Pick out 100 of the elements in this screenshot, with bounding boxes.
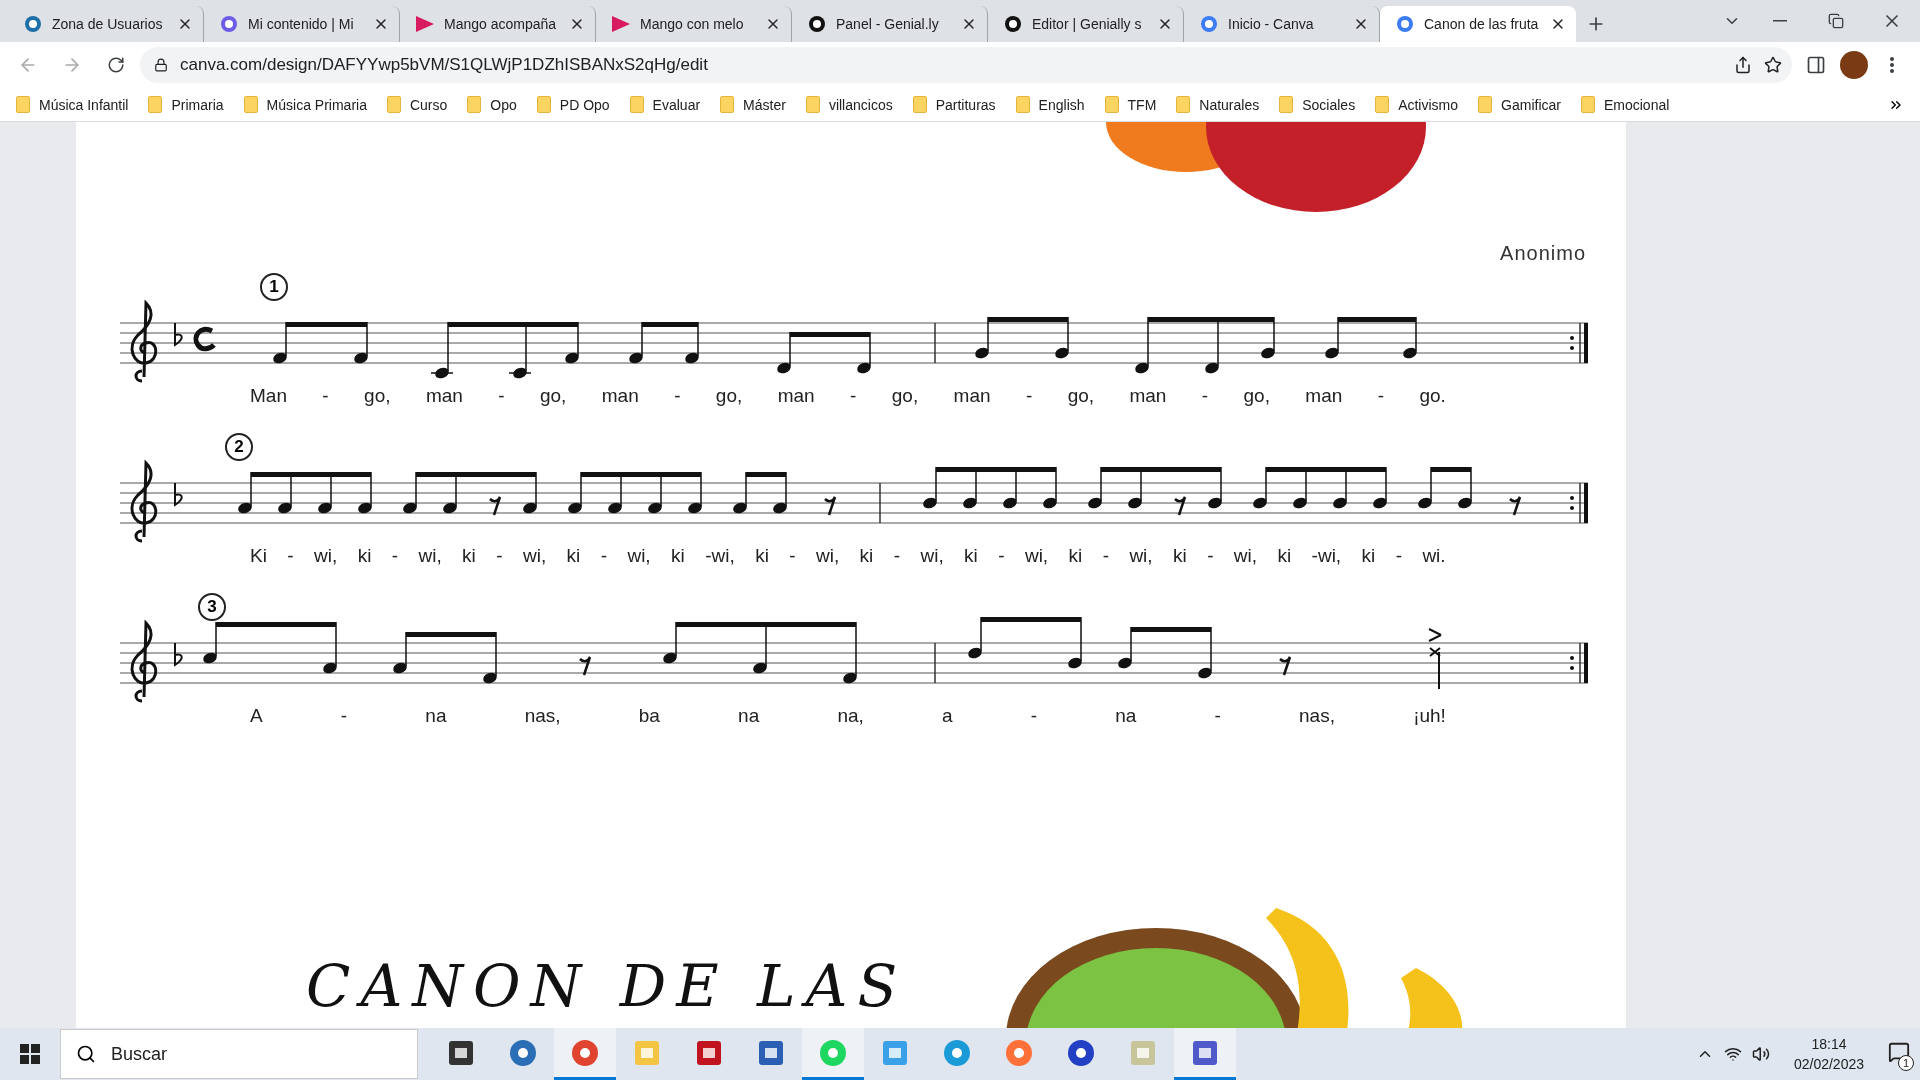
circle-logo-icon (808, 15, 826, 33)
lyric-syllable: -wi, (1311, 545, 1342, 567)
bookmark-folder[interactable]: Evaluar (629, 96, 701, 113)
lyric-syllable: na (425, 705, 447, 727)
lyric-syllable: ki (859, 545, 874, 567)
lyric-syllable: man (953, 385, 991, 407)
lyric-syllable: ki (1173, 545, 1187, 567)
taskbar-search-field[interactable]: Buscar (60, 1029, 418, 1079)
folder-icon (536, 96, 551, 113)
folder-icon (1580, 96, 1595, 113)
taskbar-clock[interactable]: 18:14 02/02/2023 (1779, 1034, 1878, 1074)
lyric-syllable: ¡uh! (1413, 705, 1446, 727)
app-logo-icon (1067, 1038, 1095, 1067)
app-logo-icon (509, 1038, 537, 1067)
folder-icon (16, 96, 30, 113)
lyric-syllable: go, (1243, 385, 1270, 407)
app-logo-icon (1005, 1038, 1033, 1067)
lyric-syllable: ki (357, 545, 372, 567)
profile-avatar[interactable] (1840, 51, 1868, 79)
wifi-icon[interactable] (1723, 1045, 1742, 1063)
bookmark-folder[interactable]: Gamificar (1478, 96, 1561, 113)
lyric-syllable: ki (462, 545, 476, 567)
folder-icon (912, 96, 927, 113)
lyric-syllable: wi, (920, 545, 944, 567)
bookmark-folder[interactable]: English (1015, 96, 1085, 113)
lyric-syllable: -wi, (705, 545, 735, 567)
app-tile-icon (758, 1039, 784, 1066)
circle-logo-icon (24, 15, 42, 33)
search-icon (76, 1044, 96, 1064)
folder-icon (1015, 96, 1030, 113)
taskbar-app-button[interactable] (1174, 1028, 1236, 1080)
folder-icon (1176, 96, 1191, 113)
bookmark-folder[interactable]: Naturales (1176, 96, 1260, 113)
volume-icon[interactable] (1751, 1045, 1770, 1063)
bookmark-folder[interactable]: Sociales (1279, 96, 1356, 113)
minimize-icon (1773, 20, 1787, 22)
folder-icon (1279, 96, 1294, 113)
circle-logo-icon (1396, 15, 1414, 33)
app-tile-icon (634, 1039, 660, 1066)
folder-icon (467, 96, 482, 113)
app-tile-icon (882, 1039, 908, 1066)
lyric-syllable: - (391, 545, 399, 567)
lyric-syllable: wi, (627, 545, 651, 567)
lyric-syllable: go, (891, 385, 919, 407)
lyric-syllable: go, (1067, 385, 1095, 407)
share-icon[interactable] (1734, 56, 1752, 74)
lyric-syllable: - (1102, 545, 1109, 567)
lyric-syllable: - (674, 385, 681, 407)
lyric-syllable: na, (837, 705, 864, 727)
folder-icon (1104, 96, 1119, 113)
lyric-syllable: - (1395, 545, 1402, 567)
bookmark-folder[interactable]: villancicos (805, 96, 893, 113)
lyric-syllable: man (601, 385, 639, 407)
bookmark-folder[interactable]: Primaria (148, 96, 224, 113)
bookmark-star-icon[interactable] (1764, 56, 1782, 74)
lyric-syllable: - (850, 385, 857, 407)
lyric-syllable: A (250, 705, 263, 727)
bookmark-folder[interactable]: Opo (467, 96, 517, 113)
folder-icon (243, 96, 258, 113)
app-tile-icon (1192, 1039, 1218, 1066)
lyric-syllable: nas, (1299, 705, 1335, 727)
more-icon (1890, 57, 1894, 73)
reload-icon (107, 56, 125, 74)
lyric-syllable: - (496, 545, 503, 567)
bookmark-folder[interactable]: TFM (1104, 96, 1157, 113)
lyric-syllable: ki (1277, 545, 1292, 567)
lyric-syllable: Man (250, 385, 287, 407)
lyric-syllable: wi, (815, 545, 840, 567)
app-logo-icon (943, 1038, 971, 1067)
lyric-syllable: - (1207, 545, 1214, 567)
bookmark-folder[interactable]: PD Opo (536, 96, 610, 113)
lyric-syllable: go, (715, 385, 743, 407)
staff-number: 1 (260, 273, 288, 301)
lyric-syllable: ba (638, 705, 660, 727)
lyric-syllable: Ki (250, 545, 267, 567)
lyric-syllable: ki (964, 545, 978, 567)
lyric-syllable: ki (671, 545, 685, 567)
bookmark-folder[interactable]: Curso (386, 96, 448, 113)
address-bar[interactable]: canva.com/design/DAFYYwp5bVM/S1QLWjP1DZhISBANxS2qHg/edit (140, 47, 1792, 83)
lyric-syllable: - (287, 545, 294, 567)
lyric-syllable: ki (566, 545, 581, 567)
lyric-syllable: na (738, 705, 760, 727)
bookmark-folder[interactable]: Emocional (1580, 96, 1670, 113)
browser-tab[interactable]: Canon de las fruta (1380, 6, 1576, 42)
folder-icon (1478, 96, 1493, 113)
lyric-syllable: na (1115, 705, 1137, 727)
bookmark-folder[interactable]: Partituras (912, 96, 996, 113)
lyric-syllable: - (600, 545, 608, 567)
lyric-syllable: - (998, 545, 1005, 567)
bookmark-folder[interactable]: Máster (720, 96, 786, 113)
play-logo-icon (612, 16, 630, 32)
design-title: CANON DE LAS (306, 952, 908, 1020)
folder-icon (386, 96, 401, 113)
bookmark-folder[interactable]: Música Primaria (243, 96, 367, 113)
bookmark-folder[interactable]: Música Infantil (16, 96, 129, 113)
app-tile-icon (1130, 1039, 1156, 1066)
lyric-syllable: wi, (1129, 545, 1153, 567)
lyric-syllable: wi, (314, 545, 338, 567)
lyric-syllable: wi. (1422, 545, 1446, 567)
bookmark-folder[interactable]: Activismo (1375, 96, 1459, 113)
